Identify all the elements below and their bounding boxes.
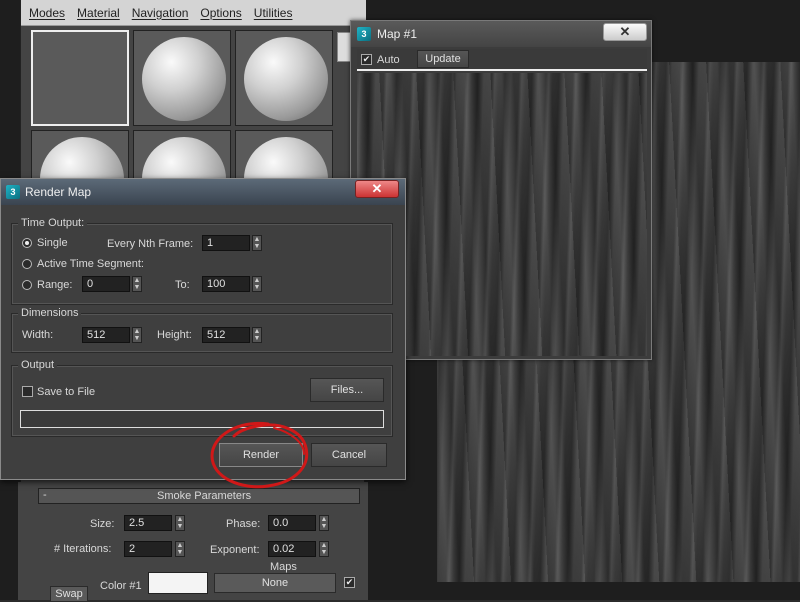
color1-swatch[interactable] <box>148 572 208 594</box>
every-nth-input[interactable]: 1 <box>202 235 250 251</box>
save-to-file-label: Save to File <box>37 386 96 398</box>
phase-input[interactable]: 0.0 <box>268 515 316 531</box>
collapse-icon: - <box>43 489 47 501</box>
material-slot-1[interactable] <box>31 30 129 126</box>
exponent-spinner[interactable]: ▲ ▼ <box>319 541 329 557</box>
slots-scrollbar[interactable] <box>337 32 351 62</box>
material-slot-2[interactable] <box>133 30 231 126</box>
render-dialog-titlebar[interactable]: 3 Render Map ✕ <box>1 179 405 205</box>
files-button[interactable]: Files... <box>310 378 384 402</box>
menu-modes[interactable]: Modes <box>29 6 65 20</box>
iterations-input[interactable]: 2 <box>124 541 172 557</box>
auto-checkbox[interactable]: ✔ <box>361 54 372 65</box>
render-dialog-title: Render Map <box>25 185 92 199</box>
size-spinner[interactable]: ▲ ▼ <box>175 515 185 531</box>
sample-sphere <box>142 37 226 121</box>
color1-map-toggle[interactable]: ✔ <box>344 577 355 588</box>
rollout-title: Smoke Parameters <box>157 490 252 502</box>
range-label: Range: <box>37 279 73 291</box>
color1-label: Color #1 <box>100 580 142 592</box>
menu-material[interactable]: Material <box>77 6 120 20</box>
time-output-group: Time Output: Single Every Nth Frame: 1 ▲… <box>11 217 393 305</box>
rollout-header[interactable]: - Smoke Parameters <box>38 488 360 504</box>
to-label: To: <box>175 279 190 291</box>
update-button[interactable]: Update <box>417 50 469 68</box>
close-icon[interactable]: ✕ <box>603 23 647 41</box>
menu-navigation[interactable]: Navigation <box>132 6 189 20</box>
time-output-title: Time Output: <box>18 217 88 229</box>
output-group: Output Save to File Files... <box>11 359 393 437</box>
menu-utilities[interactable]: Utilities <box>254 6 293 20</box>
every-nth-spinner[interactable]: ▲ ▼ <box>252 235 262 251</box>
cancel-button[interactable]: Cancel <box>311 443 387 467</box>
menu-options[interactable]: Options <box>200 6 241 20</box>
width-spinner[interactable]: ▲ ▼ <box>132 327 142 343</box>
exponent-input[interactable]: 0.02 <box>268 541 316 557</box>
sample-sphere <box>244 37 328 121</box>
maps-label: Maps <box>270 561 297 573</box>
material-editor-menubar: Modes Material Navigation Options Utilit… <box>21 0 366 26</box>
height-spinner[interactable]: ▲ ▼ <box>252 327 262 343</box>
width-label: Width: <box>22 329 54 341</box>
height-label: Height: <box>157 329 192 341</box>
iterations-label: # Iterations: <box>54 543 112 555</box>
dimensions-group: Dimensions Width: 512 ▲ ▼ Height: 512 ▲ ▼ <box>11 307 393 353</box>
map-toolbar: ✔ Auto Update <box>357 49 647 71</box>
iterations-spinner[interactable]: ▲ ▼ <box>175 541 185 557</box>
height-input[interactable]: 512 <box>202 327 250 343</box>
map-window-title: Map #1 <box>377 27 418 41</box>
app-logo-icon: 3 <box>6 185 20 199</box>
map-window-titlebar[interactable]: 3 Map #1 ✕ <box>351 21 651 47</box>
output-path-field[interactable] <box>20 410 384 428</box>
every-nth-label: Every Nth Frame: <box>107 238 194 250</box>
phase-label: Phase: <box>226 518 261 530</box>
single-label: Single <box>37 237 68 249</box>
active-segment-label: Active Time Segment: <box>37 258 144 270</box>
range-to-input[interactable]: 100 <box>202 276 250 292</box>
render-button[interactable]: Render <box>219 443 303 467</box>
range-radio[interactable] <box>22 280 32 290</box>
single-radio[interactable] <box>22 238 32 248</box>
color1-map-button[interactable]: None <box>214 573 336 593</box>
width-input[interactable]: 512 <box>82 327 130 343</box>
render-map-dialog: 3 Render Map ✕ Time Output: Single Every… <box>0 178 406 480</box>
close-icon[interactable]: ✕ <box>355 180 399 198</box>
app-logo-icon: 3 <box>357 27 371 41</box>
phase-spinner[interactable]: ▲ ▼ <box>319 515 329 531</box>
size-label: Size: <box>90 518 115 530</box>
range-to-spinner[interactable]: ▲ ▼ <box>252 276 262 292</box>
output-title: Output <box>18 359 58 371</box>
size-input[interactable]: 2.5 <box>124 515 172 531</box>
range-from-spinner[interactable]: ▲ ▼ <box>132 276 142 292</box>
auto-label: Auto <box>377 54 400 66</box>
save-to-file-checkbox[interactable] <box>22 386 33 397</box>
material-slot-3[interactable] <box>235 30 333 126</box>
dimensions-title: Dimensions <box>18 307 82 319</box>
range-from-input[interactable]: 0 <box>82 276 130 292</box>
exponent-label: Exponent: <box>210 544 260 556</box>
active-segment-radio[interactable] <box>22 259 32 269</box>
smoke-parameters-panel: - Smoke Parameters Size: 2.5 ▲ ▼ Phase: 0… <box>18 482 368 602</box>
